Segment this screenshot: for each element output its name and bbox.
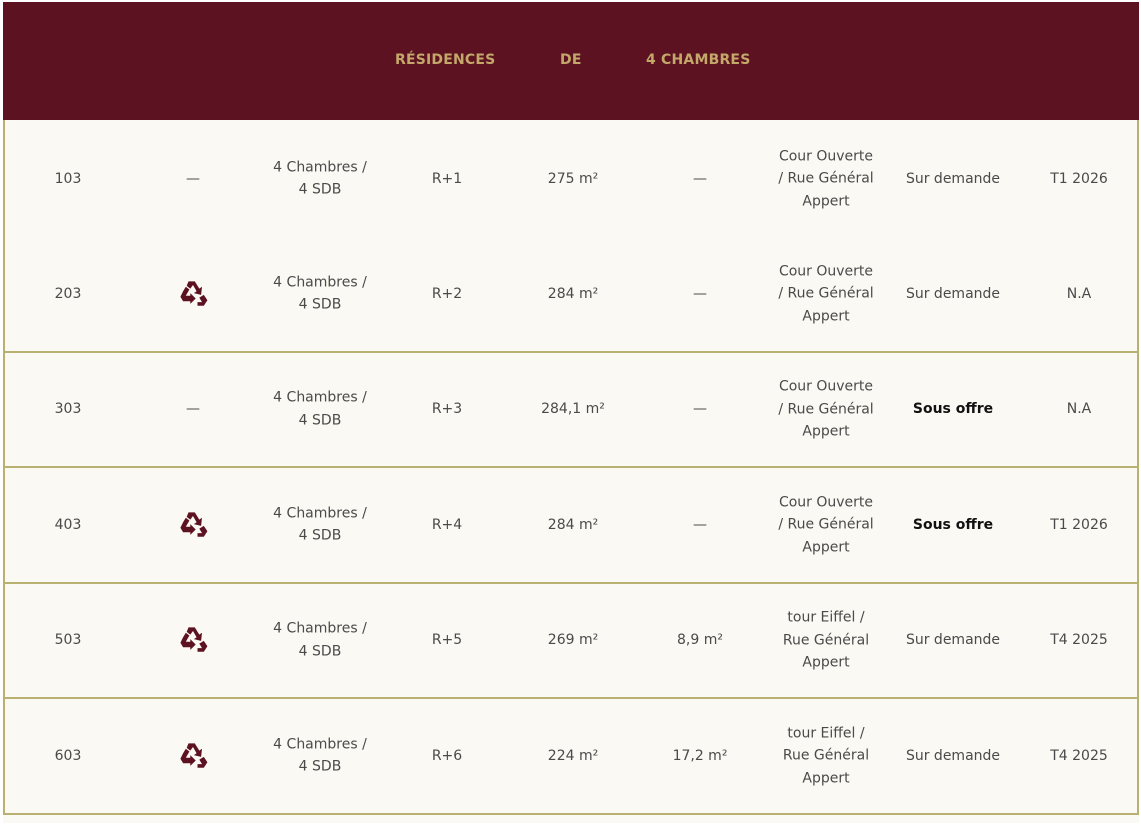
rooms-count: 4 Chambres / 4 SDB — [273, 389, 367, 429]
surface-area: 224 m² — [547, 747, 599, 764]
rooms-count: 4 Chambres / 4 SDB — [273, 620, 367, 660]
price-status: Sous offre — [912, 401, 994, 417]
icon-placeholder-dash: — — [186, 170, 200, 187]
view-orientation: Cour Ouverte / Rue Général Appert — [778, 147, 874, 209]
floor-level: R+6 — [431, 747, 463, 764]
table-row: 503 4 Chambres / 4 SDB R+5 269 m² 8,9 m² tour… — [3, 583, 1139, 699]
view-orientation: tour Eiffel / Rue Général Appert — [782, 609, 870, 671]
recycle-icon — [175, 622, 211, 658]
recycle-icon — [175, 507, 211, 543]
floor-level: R+1 — [431, 170, 463, 187]
table-row: 203 4 Chambres / 4 SDB R+2 284 m² — Cour Ouve… — [3, 237, 1139, 353]
delivery-date: N.A — [1066, 401, 1092, 417]
header-de: DE — [560, 52, 582, 68]
icon-placeholder-dash: — — [186, 401, 200, 417]
exterior-area: — — [693, 285, 707, 302]
surface-area: 275 m² — [547, 170, 599, 187]
lot-number: 403 — [54, 516, 82, 533]
surface-area: 284 m² — [547, 285, 599, 302]
exterior-area: 8,9 m² — [677, 632, 723, 648]
lot-number: 603 — [54, 747, 82, 764]
view-orientation: Cour Ouverte / Rue Général Appert — [778, 263, 874, 324]
price-status: Sous offre — [912, 516, 994, 533]
delivery-date: T1 2026 — [1050, 516, 1108, 533]
header-residences: RÉSIDENCES — [395, 52, 496, 68]
table-row: 103 — 4 Chambres / 4 SDB R+1 275 m² — Cour Ouv… — [3, 120, 1139, 237]
delivery-date: N.A — [1066, 285, 1092, 302]
price-status: Sur demande — [905, 747, 1001, 764]
lot-number: 103 — [54, 170, 82, 187]
header-4-chambres: 4 CHAMBRES — [646, 52, 751, 68]
floor-level: R+4 — [431, 516, 463, 533]
surface-area: 284 m² — [547, 516, 599, 533]
table-header: RÉSIDENCES DE 4 CHAMBRES — [3, 2, 1139, 120]
recycle-icon — [175, 738, 211, 774]
floor-level: R+5 — [431, 632, 463, 648]
table-row: 603 4 Chambres / 4 SDB R+6 224 m² 17,2 m² tou… — [3, 699, 1139, 815]
rooms-count: 4 Chambres / 4 SDB — [273, 274, 367, 313]
lot-number: 203 — [54, 285, 82, 302]
table-row: 303 — 4 Chambres / 4 SDB R+3 284,1 m² — Cour O… — [3, 352, 1139, 468]
lot-number: 303 — [54, 401, 82, 417]
price-status: Sur demande — [905, 285, 1001, 302]
delivery-date: T4 2025 — [1050, 632, 1108, 648]
exterior-area: — — [693, 401, 707, 417]
exterior-area: — — [693, 170, 707, 187]
view-orientation: Cour Ouverte / Rue Général Appert — [778, 378, 874, 440]
floor-level: R+3 — [431, 401, 463, 417]
price-status: Sur demande — [905, 170, 1001, 187]
view-orientation: Cour Ouverte / Rue Général Appert — [778, 494, 874, 555]
table-body: 103 — 4 Chambres / 4 SDB R+1 275 m² — Cour Ouv… — [3, 120, 1139, 815]
lot-number: 503 — [54, 632, 82, 648]
surface-area: 284,1 m² — [541, 401, 605, 417]
rooms-count: 4 Chambres / 4 SDB — [273, 159, 367, 198]
table-row: 403 4 Chambres / 4 SDB R+4 284 m² — Cour Ouve… — [3, 468, 1139, 584]
delivery-date: T4 2025 — [1050, 747, 1108, 764]
rooms-count: 4 Chambres / 4 SDB — [273, 505, 367, 544]
surface-area: 269 m² — [547, 632, 599, 648]
residences-table: RÉSIDENCES DE 4 CHAMBRES 103 — 4 Chambres … — [3, 2, 1139, 823]
view-orientation: tour Eiffel / Rue Général Appert — [782, 725, 870, 786]
price-status: Sur demande — [905, 632, 1001, 648]
exterior-area: — — [693, 516, 707, 533]
rooms-count: 4 Chambres / 4 SDB — [273, 736, 367, 775]
floor-level: R+2 — [431, 285, 463, 302]
exterior-area: 17,2 m² — [672, 747, 728, 764]
recycle-icon — [175, 276, 211, 312]
delivery-date: T1 2026 — [1050, 170, 1108, 187]
